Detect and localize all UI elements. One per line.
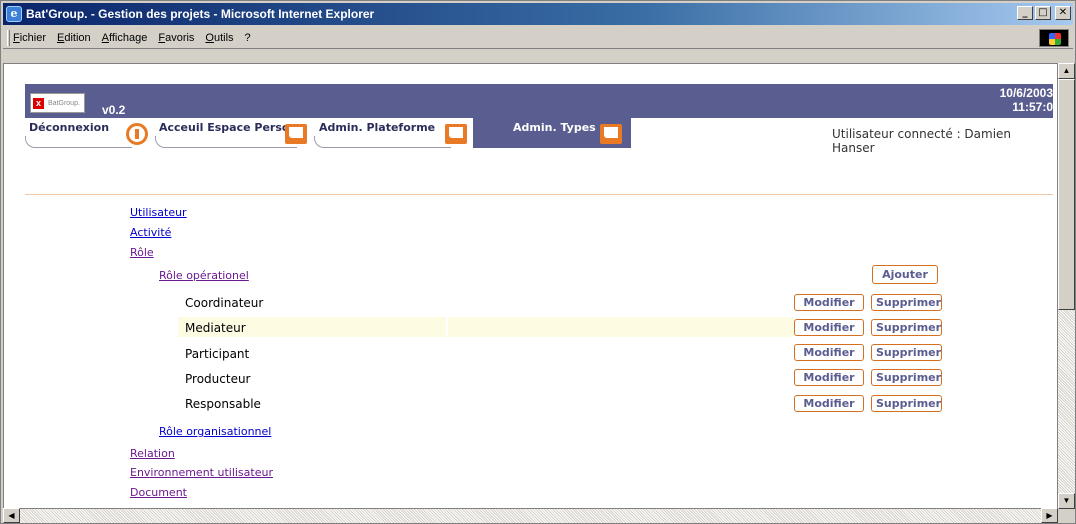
tab-acceuil-espace-perso[interactable]: Acceuil Espace Perso bbox=[155, 118, 315, 148]
header-band: x BatGroup. v0.2 10/6/2003 11:57:0 bbox=[25, 84, 1053, 118]
link-role-organisationnel[interactable]: Rôle organisationnel bbox=[159, 425, 271, 438]
role-item: Mediateur bbox=[185, 321, 246, 335]
scroll-right-button[interactable]: ▶ bbox=[1041, 508, 1058, 523]
scroll-up-button[interactable]: ▲ bbox=[1058, 63, 1075, 79]
supprimer-button[interactable]: Supprimer bbox=[871, 294, 942, 311]
supprimer-button[interactable]: Supprimer bbox=[871, 369, 942, 386]
divider bbox=[25, 194, 1053, 195]
supprimer-button[interactable]: Supprimer bbox=[871, 395, 942, 412]
tab-deconnexion[interactable]: Déconnexion bbox=[25, 118, 150, 148]
scroll-down-button[interactable]: ▼ bbox=[1058, 493, 1075, 509]
tab-underline bbox=[155, 136, 297, 148]
ie-icon: e bbox=[6, 6, 22, 22]
link-document[interactable]: Document bbox=[130, 486, 187, 499]
windows-logo-icon bbox=[1039, 29, 1069, 47]
link-role[interactable]: Rôle bbox=[130, 246, 154, 259]
row-highlight bbox=[178, 317, 794, 337]
menu-outils[interactable]: Outils bbox=[205, 32, 233, 44]
modifier-button[interactable]: Modifier bbox=[794, 395, 864, 412]
link-utilisateur[interactable]: Utilisateur bbox=[130, 206, 187, 219]
logo: x BatGroup. bbox=[30, 93, 85, 113]
tab-label: Admin. Types bbox=[513, 121, 596, 134]
broken-image-icon: x bbox=[33, 97, 44, 109]
connected-user: Utilisateur connecté : Damien Hanser bbox=[832, 127, 1012, 155]
tab-underline bbox=[314, 136, 451, 148]
modifier-button[interactable]: Modifier bbox=[794, 294, 864, 311]
role-item: Producteur bbox=[185, 372, 251, 386]
version-label: v0.2 bbox=[102, 103, 126, 117]
modifier-button[interactable]: Modifier bbox=[794, 369, 864, 386]
menu-favoris[interactable]: Favoris bbox=[158, 32, 194, 44]
menu-bar: Fichier Edition Affichage Favoris Outils… bbox=[3, 27, 1073, 49]
window-controls: _ □ ✕ bbox=[1017, 6, 1071, 20]
menu-affichage[interactable]: Affichage bbox=[102, 32, 148, 44]
title-bar[interactable]: e Bat'Group. - Gestion des projets - Mic… bbox=[3, 3, 1073, 25]
logo-text: BatGroup. bbox=[48, 99, 80, 107]
ajouter-button[interactable]: Ajouter bbox=[872, 265, 938, 284]
horizontal-scrollbar[interactable]: ◀ ▶ bbox=[3, 508, 1058, 523]
tab-bar: Déconnexion Acceuil Espace Perso Admin. … bbox=[25, 118, 845, 150]
scroll-thumb[interactable] bbox=[1058, 79, 1075, 310]
date-label: 10/6/2003 bbox=[999, 86, 1053, 100]
tab-admin-types[interactable]: Admin. Types bbox=[473, 118, 631, 148]
menu-edition[interactable]: Edition bbox=[57, 32, 91, 44]
menu-fichier[interactable]: Fichier bbox=[13, 32, 46, 44]
link-environnement-utilisateur[interactable]: Environnement utilisateur bbox=[130, 466, 273, 479]
modifier-button[interactable]: Modifier bbox=[794, 319, 864, 336]
role-item: Responsable bbox=[185, 397, 261, 411]
time-label: 11:57:0 bbox=[1012, 100, 1053, 114]
datetime: 10/6/2003 11:57:0 bbox=[1000, 86, 1053, 114]
tab-label: Admin. Plateforme bbox=[319, 121, 436, 134]
tab-underline bbox=[25, 136, 132, 148]
tab-label: Acceuil Espace Perso bbox=[159, 121, 290, 134]
menu-help[interactable]: ? bbox=[245, 32, 251, 44]
tab-admin-plateforme[interactable]: Admin. Plateforme bbox=[314, 118, 469, 148]
role-item: Participant bbox=[185, 347, 250, 361]
link-activite[interactable]: Activité bbox=[130, 226, 171, 239]
link-role-operationel[interactable]: Rôle opérationel bbox=[159, 269, 249, 282]
supprimer-button[interactable]: Supprimer bbox=[871, 344, 942, 361]
page-viewport: x BatGroup. v0.2 10/6/2003 11:57:0 Décon… bbox=[3, 63, 1058, 509]
tab-label: Déconnexion bbox=[29, 121, 110, 134]
scroll-left-button[interactable]: ◀ bbox=[3, 508, 20, 523]
role-item: Coordinateur bbox=[185, 296, 264, 310]
link-relation[interactable]: Relation bbox=[130, 447, 175, 460]
vertical-scrollbar[interactable]: ▲ ▼ bbox=[1058, 63, 1075, 509]
close-button[interactable]: ✕ bbox=[1055, 6, 1071, 20]
modifier-button[interactable]: Modifier bbox=[794, 344, 864, 361]
menu-grip bbox=[7, 30, 10, 46]
window-icon bbox=[600, 124, 622, 144]
maximize-button[interactable]: □ bbox=[1035, 6, 1051, 20]
browser-window: e Bat'Group. - Gestion des projets - Mic… bbox=[0, 0, 1076, 524]
window-title: Bat'Group. - Gestion des projets - Micro… bbox=[26, 7, 375, 21]
minimize-button[interactable]: _ bbox=[1017, 6, 1033, 20]
supprimer-button[interactable]: Supprimer bbox=[871, 319, 942, 336]
